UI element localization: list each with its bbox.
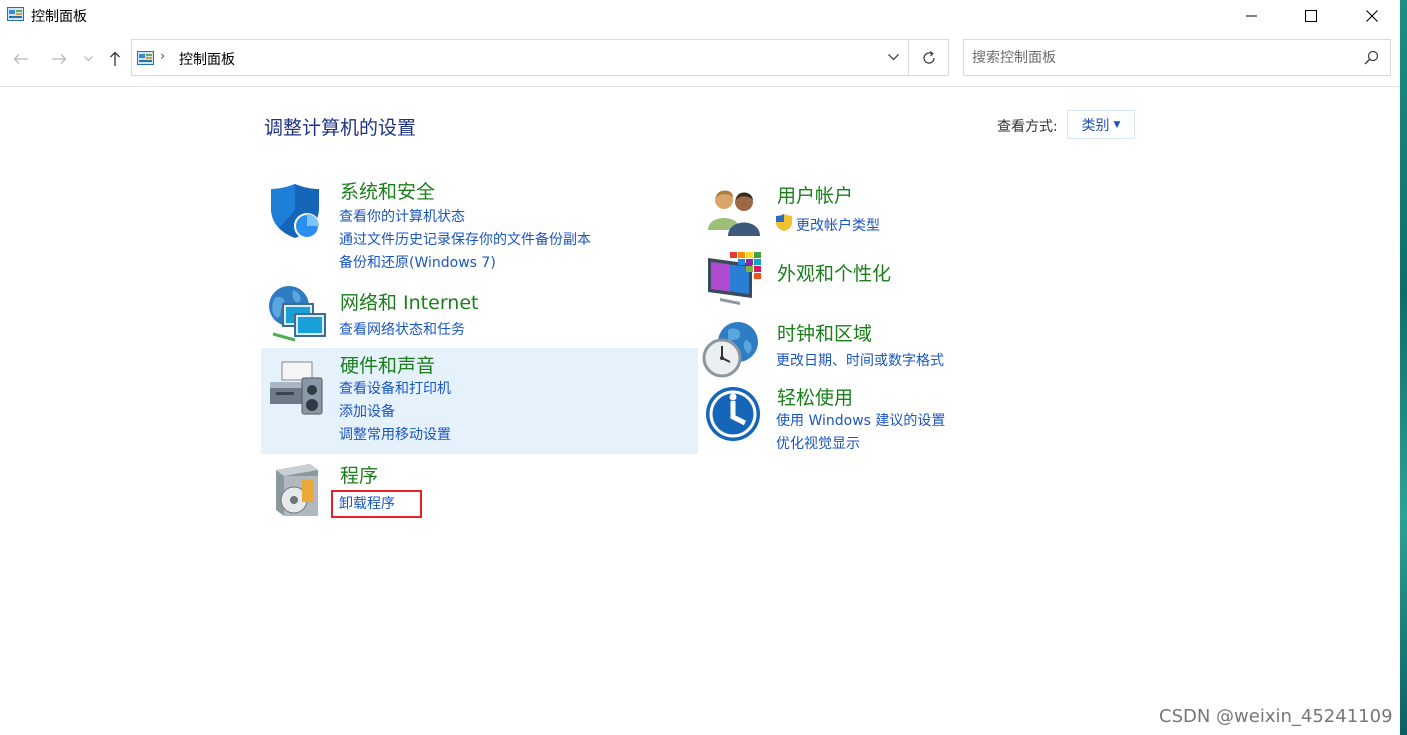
link-backup-restore[interactable]: 备份和还原(Windows 7)	[339, 252, 496, 272]
breadcrumb-separator: ›	[160, 49, 166, 64]
shield-icon	[271, 184, 320, 239]
up-button[interactable]	[103, 46, 127, 72]
close-button[interactable]	[1349, 0, 1395, 32]
search-icon[interactable]	[1364, 50, 1379, 65]
watermark: CSDN @weixin_45241109	[1159, 706, 1393, 727]
control-panel-icon	[7, 7, 24, 21]
link-devices-printers[interactable]: 查看设备和打印机	[339, 378, 451, 398]
category-title-programs[interactable]: 程序	[340, 461, 378, 488]
user-accounts-icon	[708, 190, 760, 236]
breadcrumb-item-control-panel[interactable]: 控制面板	[179, 49, 235, 69]
window-title: 控制面板	[31, 9, 87, 25]
toolbar-divider	[0, 86, 1400, 87]
clock-globe-icon	[702, 322, 758, 378]
link-view-computer-status[interactable]: 查看你的计算机状态	[339, 206, 465, 226]
ease-of-access-icon	[706, 387, 760, 441]
page-title: 调整计算机的设置	[264, 117, 417, 139]
annotation-highlight-box	[331, 490, 422, 518]
chevron-down-icon	[83, 56, 93, 62]
link-optimize-visual-display[interactable]: 优化视觉显示	[776, 433, 860, 453]
link-add-device[interactable]: 添加设备	[339, 401, 395, 421]
network-globe-icon	[269, 286, 326, 342]
category-system-security: 系统和安全 查看你的计算机状态 通过文件历史记录保存你的文件备份副本 备份和还原…	[261, 176, 698, 274]
view-by-label: 查看方式:	[997, 119, 1058, 135]
minimize-icon	[1245, 15, 1257, 17]
dropdown-caret-icon: ▼	[1113, 119, 1121, 130]
category-programs: 程序 卸载程序	[261, 458, 698, 524]
title-bar: 控制面板	[0, 0, 1400, 32]
category-title-appearance[interactable]: 外观和个性化	[777, 259, 891, 286]
back-button[interactable]	[9, 46, 33, 72]
category-ease-of-access: 轻松使用 使用 Windows 建议的设置 优化视觉显示	[698, 381, 1138, 455]
refresh-icon	[923, 50, 935, 64]
view-by-value: 类别	[1081, 117, 1110, 134]
link-file-history-backup[interactable]: 通过文件历史记录保存你的文件备份副本	[339, 229, 591, 249]
close-icon	[1366, 10, 1378, 22]
link-date-time-format[interactable]: 更改日期、时间或数字格式	[776, 350, 944, 370]
category-title-clock-region[interactable]: 时钟和区域	[777, 319, 872, 346]
arrow-right-icon	[52, 54, 67, 64]
recent-locations-button[interactable]	[78, 46, 98, 72]
forward-button[interactable]	[47, 46, 71, 72]
category-appearance: 外观和个性化	[698, 246, 1138, 310]
appearance-monitor-icon	[708, 252, 761, 305]
printer-speaker-icon	[270, 361, 323, 415]
maximize-icon	[1305, 10, 1317, 22]
link-recommended-settings[interactable]: 使用 Windows 建议的设置	[776, 410, 945, 430]
maximize-button[interactable]	[1288, 0, 1334, 32]
arrow-left-icon	[13, 54, 28, 64]
category-title-system-security[interactable]: 系统和安全	[340, 177, 435, 204]
category-title-hardware-sound[interactable]: 硬件和声音	[340, 351, 435, 378]
category-network-internet: 网络和 Internet 查看网络状态和任务	[261, 284, 698, 346]
category-hardware-sound[interactable]: 硬件和声音 查看设备和打印机 添加设备 调整常用移动设置	[261, 348, 698, 454]
category-user-accounts: 用户帐户 更改帐户类型	[698, 176, 1138, 242]
address-bar[interactable]: › 控制面板	[131, 39, 949, 76]
programs-disc-icon	[276, 464, 318, 516]
category-title-network-internet[interactable]: 网络和 Internet	[340, 288, 478, 315]
search-box[interactable]	[963, 39, 1391, 76]
refresh-button[interactable]	[908, 40, 949, 75]
view-by-dropdown[interactable]: 类别 ▼	[1067, 110, 1135, 139]
desktop-edge	[1400, 0, 1407, 735]
link-network-status-tasks[interactable]: 查看网络状态和任务	[339, 319, 465, 339]
category-clock-region: 时钟和区域 更改日期、时间或数字格式	[698, 316, 1138, 380]
link-mobility-settings[interactable]: 调整常用移动设置	[339, 424, 451, 444]
chevron-down-icon	[887, 54, 899, 61]
control-panel-icon	[137, 51, 154, 65]
link-change-account-type[interactable]: 更改帐户类型	[796, 215, 880, 235]
minimize-button[interactable]	[1228, 0, 1274, 32]
search-input[interactable]	[972, 48, 1352, 68]
category-title-user-accounts[interactable]: 用户帐户	[777, 181, 853, 208]
uac-shield-icon	[776, 214, 792, 231]
category-title-ease-of-access[interactable]: 轻松使用	[777, 383, 853, 410]
arrow-up-icon	[110, 51, 120, 66]
address-dropdown-button[interactable]	[878, 40, 908, 75]
